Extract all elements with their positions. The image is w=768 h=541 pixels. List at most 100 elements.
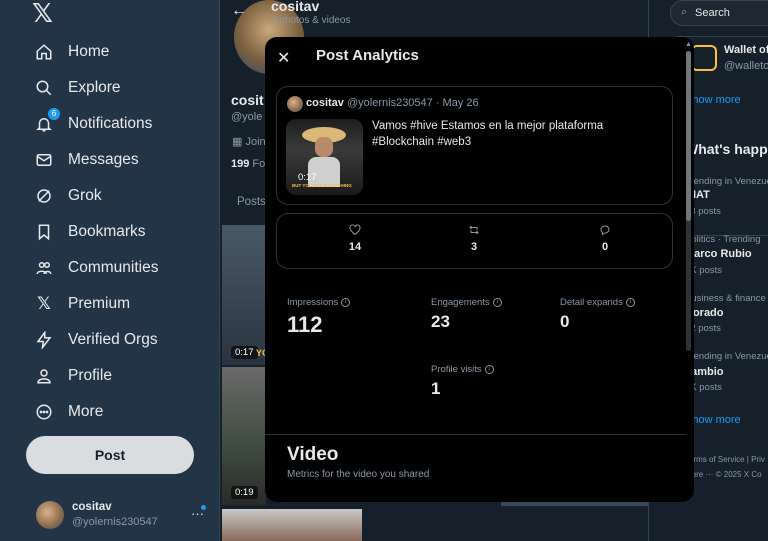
thumbnail-caption: BUT YOU BUILD ANYTHING bbox=[292, 183, 352, 188]
impressions-metric: Impressions i 112 bbox=[287, 297, 351, 338]
nav-item-more[interactable]: More bbox=[34, 397, 103, 427]
nav-item-verified-orgs[interactable]: Verified Orgs bbox=[34, 325, 158, 355]
info-icon[interactable]: i bbox=[492, 297, 502, 307]
impressions-label: Impressions bbox=[287, 297, 339, 308]
scrollbar-thumb[interactable] bbox=[686, 51, 691, 221]
nav-item-notifications[interactable]: 6 Notifications bbox=[34, 108, 153, 139]
search-input[interactable]: Search bbox=[695, 7, 730, 19]
info-icon[interactable]: i bbox=[341, 297, 351, 307]
joined-text: Join bbox=[245, 136, 266, 148]
nav-label: Notifications bbox=[68, 115, 153, 132]
repost-icon bbox=[459, 224, 489, 238]
post-button[interactable]: Post bbox=[26, 436, 194, 474]
person-icon bbox=[34, 366, 54, 386]
account-switcher[interactable]: cositav @yolernis230547 ··· bbox=[36, 498, 211, 534]
profile-name: cosit bbox=[231, 92, 264, 108]
following-count[interactable]: 199 Fol bbox=[231, 158, 268, 170]
likes-count: 14 bbox=[348, 241, 362, 253]
nav-label: More bbox=[68, 403, 104, 420]
avatar bbox=[36, 501, 64, 529]
video-duration: 0:17 bbox=[298, 172, 317, 183]
page-title: cositav bbox=[271, 0, 320, 14]
info-icon[interactable]: i bbox=[484, 364, 494, 374]
profile-visits-metric: Profile visits i 1 bbox=[431, 364, 494, 399]
engagements-value: 23 bbox=[431, 312, 450, 331]
footer-links[interactable]: Terms of Service | Priv bbox=[685, 455, 765, 464]
more-circle-icon bbox=[34, 402, 54, 422]
nav-item-communities[interactable]: Communities bbox=[34, 253, 158, 283]
nav-label: Bookmarks bbox=[68, 223, 146, 240]
nav-item-explore[interactable]: Explore bbox=[34, 73, 121, 103]
trend-meta: Politics · Trending bbox=[685, 234, 761, 245]
lightning-icon bbox=[34, 330, 54, 350]
post-preview-card[interactable]: cositav @yolernis230547 · May 26 0:17 BU… bbox=[276, 86, 673, 205]
post-author-name: cositav bbox=[306, 97, 344, 109]
nav-item-grok[interactable]: Grok bbox=[34, 181, 102, 211]
modal-title: Post Analytics bbox=[316, 47, 419, 64]
info-icon[interactable]: i bbox=[625, 297, 635, 307]
media-tile[interactable]: 0:19 bbox=[222, 367, 266, 505]
nav-item-messages[interactable]: Messages bbox=[34, 145, 139, 175]
tab-posts[interactable]: Posts bbox=[237, 196, 266, 208]
profile-joined: ▦ Join bbox=[232, 135, 266, 148]
close-icon[interactable]: ✕ bbox=[277, 48, 290, 68]
media-tile[interactable] bbox=[222, 509, 362, 541]
detail-expands-value: 0 bbox=[560, 312, 570, 331]
thumbnail-face-shape bbox=[315, 137, 333, 157]
footer-links[interactable]: More ··· © 2025 X Co bbox=[685, 470, 762, 479]
detail-expands-label: Detail expands bbox=[560, 297, 623, 308]
envelope-icon bbox=[34, 150, 54, 170]
nav-item-premium[interactable]: 𝕏 Premium bbox=[34, 289, 130, 319]
whats-happening-title: What's happ bbox=[685, 141, 768, 157]
bookmark-icon bbox=[34, 222, 54, 242]
reposts-stat[interactable]: 3 bbox=[459, 224, 489, 253]
avatar bbox=[287, 96, 303, 112]
replies-count: 0 bbox=[601, 241, 609, 253]
account-handle: @yolernis230547 bbox=[72, 516, 158, 528]
engagements-metric: Engagements i 23 bbox=[431, 297, 502, 332]
trend-meta: Trending in Venezue bbox=[685, 351, 768, 362]
nav-item-profile[interactable]: Profile bbox=[34, 361, 112, 391]
video-section-subtitle: Metrics for the video you shared bbox=[287, 469, 430, 480]
search-icon: ⌕ bbox=[681, 6, 688, 18]
nav-item-bookmarks[interactable]: Bookmarks bbox=[34, 217, 146, 247]
post-author-handle-date: @yolernis230547 · May 26 bbox=[347, 97, 479, 109]
nav-label: Explore bbox=[68, 79, 121, 96]
x-logo-icon: 𝕏 bbox=[37, 294, 51, 313]
trend-name[interactable]: Marco Rubio bbox=[685, 248, 752, 260]
nav-label: Profile bbox=[68, 367, 112, 384]
nav-label: Communities bbox=[68, 259, 159, 276]
nav-label: Messages bbox=[68, 151, 139, 168]
page-subtitle: 7 photos & videos bbox=[271, 15, 351, 26]
search-icon bbox=[34, 78, 54, 98]
trend-meta: Trending in Venezue bbox=[685, 176, 768, 187]
following-number: 199 bbox=[231, 158, 250, 170]
replies-stat[interactable]: 0 bbox=[590, 224, 620, 253]
media-tile[interactable]: 0:17 YO bbox=[222, 225, 266, 365]
video-section-title: Video bbox=[287, 444, 339, 465]
wallet-avatar[interactable] bbox=[691, 45, 717, 71]
engagement-card: 14 3 0 bbox=[276, 213, 673, 269]
heart-icon bbox=[340, 224, 370, 238]
post-analytics-modal: ✕ Post Analytics ▲ cositav @yolernis2305… bbox=[265, 37, 694, 502]
nav-item-home[interactable]: Home bbox=[34, 37, 109, 67]
people-icon bbox=[34, 258, 54, 278]
unread-dot bbox=[201, 505, 206, 510]
likes-stat[interactable]: 14 bbox=[340, 224, 370, 253]
reply-icon bbox=[590, 224, 620, 238]
video-thumbnail[interactable]: 0:17 BUT YOU BUILD ANYTHING bbox=[286, 119, 363, 195]
section-divider bbox=[265, 434, 686, 435]
search-box[interactable]: ⌕ Search bbox=[670, 0, 768, 26]
back-arrow-icon[interactable]: ← bbox=[231, 2, 247, 20]
nav-label: Home bbox=[68, 43, 110, 60]
media-duration: 0:19 bbox=[231, 486, 258, 499]
suggestion-name[interactable]: Wallet of S bbox=[724, 44, 768, 56]
notification-badge: 6 bbox=[48, 108, 60, 120]
nav-label: Premium bbox=[68, 295, 131, 312]
profile-visits-label: Profile visits bbox=[431, 364, 482, 375]
profile-visits-value: 1 bbox=[431, 379, 441, 398]
x-logo-icon[interactable]: 𝕏 bbox=[32, 0, 58, 26]
engagements-label: Engagements bbox=[431, 297, 490, 308]
left-nav: 𝕏 Home Explore 6 Notifications Messages … bbox=[0, 0, 219, 541]
scroll-up-icon[interactable]: ▲ bbox=[685, 41, 692, 48]
